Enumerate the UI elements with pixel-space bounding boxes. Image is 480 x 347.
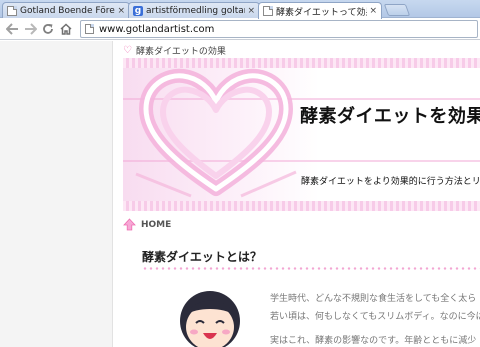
tab-close-icon[interactable]: × <box>117 6 125 16</box>
tab-gotland-boende[interactable]: Gotland Boende Företag Info × <box>2 2 130 18</box>
tab-strip: Gotland Boende Företag Info × g artistfö… <box>0 0 480 19</box>
home-button[interactable] <box>58 21 74 37</box>
address-bar[interactable]: www.gotlandartist.com <box>80 20 478 38</box>
tab-close-icon[interactable]: × <box>247 6 255 16</box>
paragraph-line: 若い頃は、何もしなくてもスリムボディ。なのに今は <box>270 312 480 322</box>
up-arrow-icon <box>123 218 136 231</box>
reload-button[interactable] <box>40 21 56 37</box>
page-icon <box>85 24 94 34</box>
page-icon <box>263 6 273 16</box>
new-tab-button[interactable] <box>383 4 411 16</box>
cartoon-girl-avatar <box>180 291 240 347</box>
tab-enzyme-diet[interactable]: 酵素ダイエットって効果あるの？ × <box>258 2 382 19</box>
section-title: 酵素ダイエットとは？ <box>142 250 262 264</box>
heart-icon: ♡ <box>123 45 132 56</box>
dotted-divider <box>142 267 480 270</box>
left-margin <box>0 41 113 347</box>
home-breadcrumb[interactable]: HOME <box>123 218 171 231</box>
tab-close-icon[interactable]: × <box>369 6 377 16</box>
paragraph-line: 学生時代、どんな不規則な食生活をしても全く太ら <box>270 294 477 304</box>
forward-arrow-icon <box>24 23 37 35</box>
tab-title: artistförmedling goltand - Sö <box>146 5 245 16</box>
heart-graphic-icon <box>135 68 297 198</box>
home-icon <box>60 23 72 35</box>
address-text: www.gotlandartist.com <box>99 23 215 35</box>
page-viewport: ♡ 酵素ダイエットの効果 酵素ダイエットを効果 酵素ダイエットをより効果的に行う… <box>0 41 480 347</box>
reload-icon <box>43 24 53 34</box>
page-icon <box>7 5 17 16</box>
home-link[interactable]: HOME <box>141 220 171 230</box>
tab-title: Gotland Boende Företag Info <box>20 5 115 16</box>
tab-artistformedling[interactable]: g artistförmedling goltand - Sö × <box>128 2 260 18</box>
back-button[interactable] <box>4 21 20 37</box>
browser-toolbar: www.gotlandartist.com <box>0 18 480 40</box>
banner-headline: 酵素ダイエットを効果 <box>300 106 480 127</box>
paragraph-line: 実はこれ、酵素の影響なのです。年齢とともに減少 <box>270 336 477 346</box>
top-breadcrumb-label: 酵素ダイエットの効果 <box>135 47 226 57</box>
google-icon: g <box>133 5 143 16</box>
top-breadcrumb[interactable]: ♡ 酵素ダイエットの効果 <box>123 44 226 57</box>
banner-subline: 酵素ダイエットをより効果的に行う方法とリバウンド <box>301 177 480 187</box>
forward-button[interactable] <box>22 21 38 37</box>
page-main: ♡ 酵素ダイエットの効果 酵素ダイエットを効果 酵素ダイエットをより効果的に行う… <box>118 41 480 347</box>
header-banner: 酵素ダイエットを効果 酵素ダイエットをより効果的に行う方法とリバウンド <box>123 58 480 211</box>
tab-title: 酵素ダイエットって効果あるの？ <box>276 7 367 18</box>
back-arrow-icon <box>5 23 18 35</box>
